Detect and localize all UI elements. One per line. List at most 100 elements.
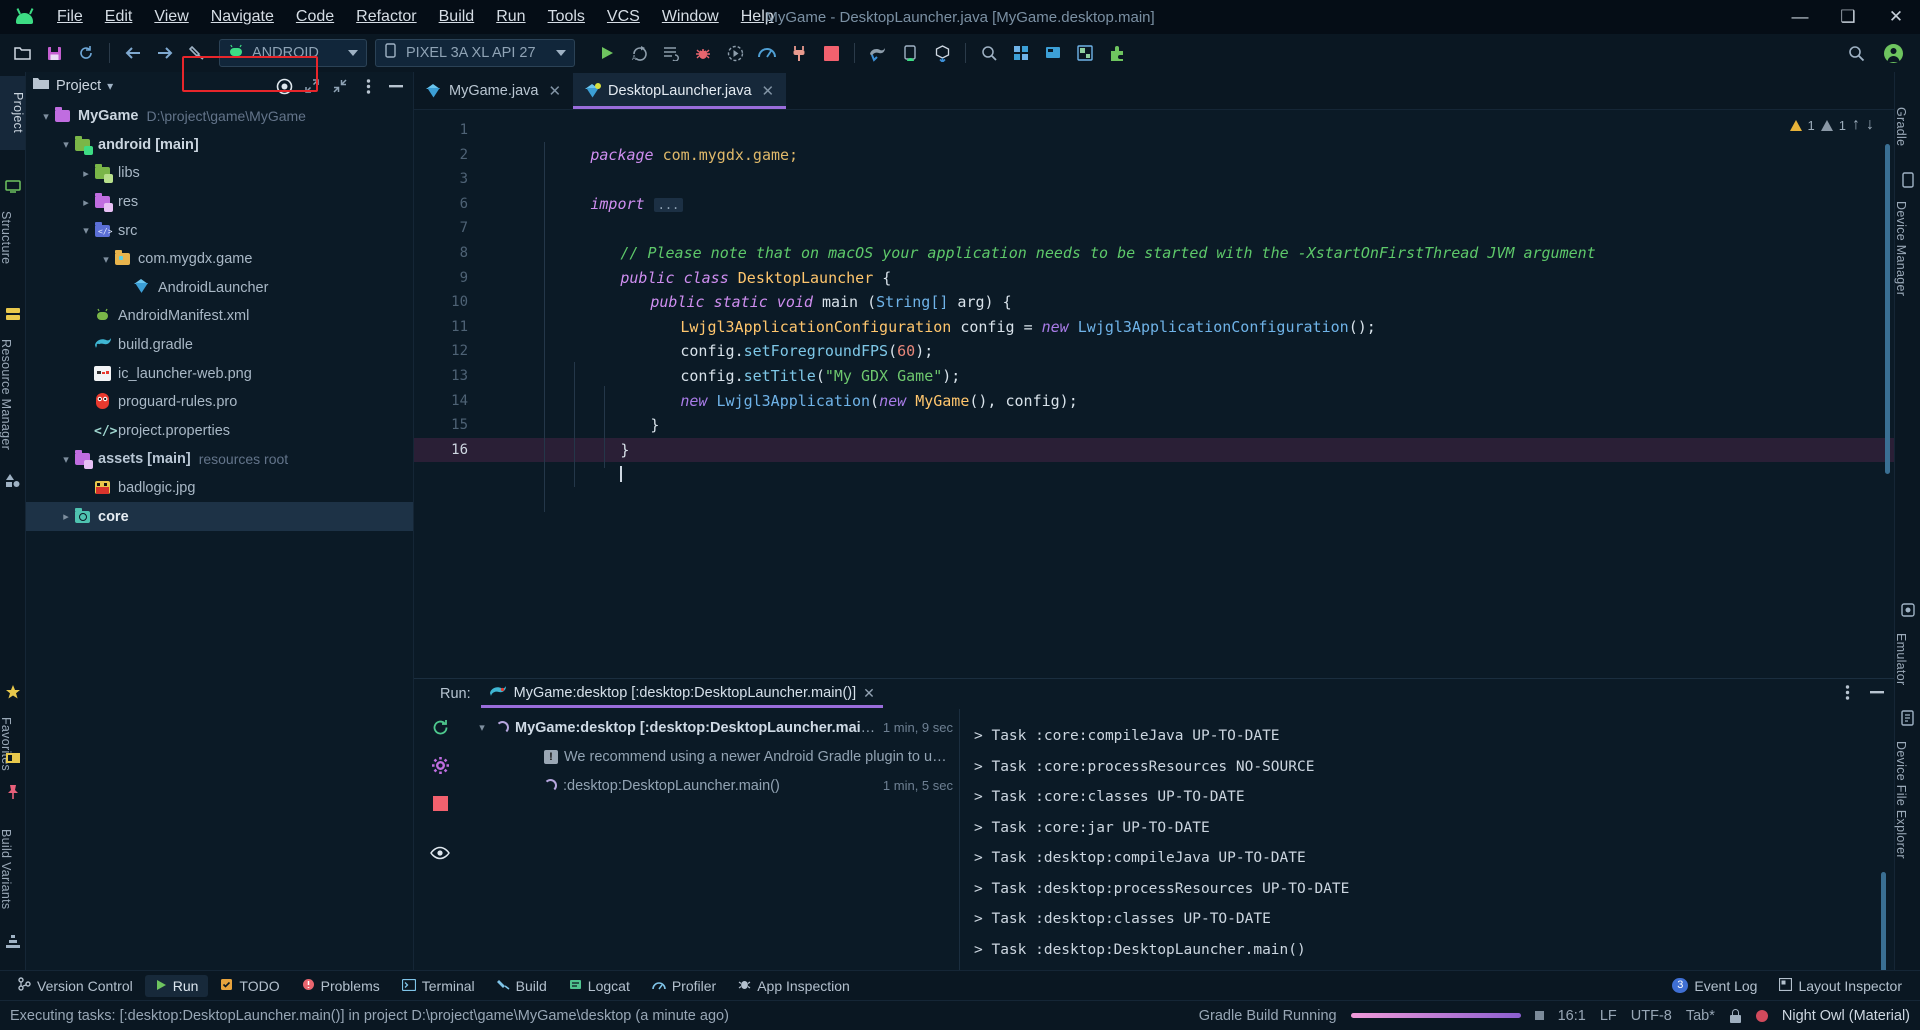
menu-edit[interactable]: Edit xyxy=(94,5,144,29)
menu-vcs[interactable]: VCS xyxy=(596,5,651,29)
plugins-icon[interactable] xyxy=(1102,38,1132,68)
close-icon[interactable]: ✕ xyxy=(762,82,775,100)
tab-mygame-java[interactable]: MyGame.java ✕ xyxy=(414,73,573,109)
maximize-button[interactable]: ❑ xyxy=(1824,0,1872,34)
favorites-star-icon[interactable] xyxy=(5,684,21,700)
run-icon[interactable] xyxy=(592,38,622,68)
tree-item-androidlauncher[interactable]: AndroidLauncher xyxy=(26,274,413,303)
chevron-right-icon[interactable]: ▸ xyxy=(78,194,94,210)
menu-file[interactable]: File xyxy=(46,5,94,29)
sidebar-item-resource-manager[interactable]: Resource Manager xyxy=(0,334,13,455)
tree-item-projectproperties[interactable]: </> project.properties xyxy=(26,417,413,446)
layout-inspector-icon[interactable] xyxy=(1070,38,1100,68)
rerun-icon[interactable] xyxy=(428,715,452,739)
tree-item-package[interactable]: ▾ com.mygdx.game xyxy=(26,245,413,274)
toolwindow-event-log[interactable]: 3 Event Log xyxy=(1662,975,1767,997)
back-arrow-icon[interactable] xyxy=(118,38,148,68)
collapse-all-icon[interactable] xyxy=(329,75,351,97)
forward-arrow-icon[interactable] xyxy=(150,38,180,68)
resource-manager-icon[interactable] xyxy=(5,306,21,322)
run-tab[interactable]: MyGame:desktop [:desktop:DesktopLauncher… xyxy=(480,680,884,708)
build-hammer-icon[interactable] xyxy=(182,38,212,68)
sidebar-item-project[interactable]: Project xyxy=(0,76,25,150)
device-manager-side-icon[interactable] xyxy=(1900,172,1916,188)
stop-square-icon[interactable] xyxy=(1534,1011,1544,1020)
toolwindow-terminal[interactable]: Terminal xyxy=(392,975,485,997)
menu-navigate[interactable]: Navigate xyxy=(200,5,285,29)
sidebar-item-emulator[interactable]: Emulator xyxy=(1894,628,1908,690)
chevron-down-icon[interactable]: ▾ xyxy=(78,223,94,239)
stop-red-icon[interactable] xyxy=(428,791,452,815)
debug-icon[interactable] xyxy=(688,38,718,68)
eye-icon[interactable] xyxy=(428,841,452,865)
next-error-icon[interactable]: ↓ xyxy=(1866,116,1874,134)
user-account-icon[interactable] xyxy=(1878,38,1908,68)
minimize-button[interactable]: — xyxy=(1776,0,1824,34)
chevron-down-icon[interactable]: ▾ xyxy=(98,251,114,267)
chevron-down-icon[interactable]: ▾ xyxy=(474,720,490,736)
line-separator[interactable]: LF xyxy=(1600,1008,1617,1024)
chevron-right-icon[interactable]: ▸ xyxy=(78,165,94,181)
chevron-down-icon[interactable]: ▾ xyxy=(58,137,74,153)
inspection-widget[interactable]: 1 1 ↑ ↓ xyxy=(1789,116,1874,134)
toolwindow-layout-inspector[interactable]: Layout Inspector xyxy=(1769,975,1912,997)
emulator-icon[interactable] xyxy=(1900,602,1916,618)
run-tree-row[interactable]: ▾ MyGame:desktop [:desktop:DesktopLaunch… xyxy=(466,713,959,742)
menu-refactor[interactable]: Refactor xyxy=(345,5,427,29)
apply-changes-icon[interactable]: A xyxy=(624,38,654,68)
search-icon[interactable] xyxy=(1841,38,1871,68)
close-icon[interactable]: ✕ xyxy=(548,82,561,100)
encoding-indicator[interactable]: UTF-8 xyxy=(1631,1008,1672,1024)
chevron-right-icon[interactable]: ▸ xyxy=(58,509,74,525)
tree-item-libs[interactable]: ▸ libs xyxy=(26,159,413,188)
toolwindow-app-inspection[interactable]: App Inspection xyxy=(728,975,860,997)
pin-icon[interactable] xyxy=(5,784,21,800)
tree-item-src[interactable]: ▾ </> src xyxy=(26,216,413,245)
profiler-icon[interactable] xyxy=(752,38,782,68)
expand-all-icon[interactable] xyxy=(301,75,323,97)
tree-item-androidmanifest[interactable]: AndroidManifest.xml xyxy=(26,302,413,331)
sync-gradle-icon[interactable] xyxy=(863,38,893,68)
code-editor[interactable]: 1 2 3 6 7 8 9 10 11 12 13 14 15 16 packa… xyxy=(414,110,1894,678)
device-manager-icon[interactable] xyxy=(5,178,21,194)
more-options-icon[interactable] xyxy=(357,75,379,97)
indent-indicator[interactable]: Tab* xyxy=(1686,1008,1715,1024)
close-button[interactable]: ✕ xyxy=(1872,0,1920,34)
toolwindow-logcat[interactable]: Logcat xyxy=(559,975,640,997)
tab-desktoplauncher-java[interactable]: DesktopLauncher.java ✕ xyxy=(573,73,787,109)
sidebar-item-device-manager[interactable]: Device Manager xyxy=(1894,196,1908,301)
tree-item-mygame[interactable]: ▾ MyGame D:\project\game\MyGame xyxy=(26,102,413,131)
menu-tools[interactable]: Tools xyxy=(537,5,596,29)
tree-item-iclauncherweb[interactable]: ic_launcher-web.png xyxy=(26,359,413,388)
tree-item-proguardrules[interactable]: proguard-rules.pro xyxy=(26,388,413,417)
tree-item-badlogic[interactable]: badlogic.jpg xyxy=(26,474,413,503)
folded-imports[interactable]: ... xyxy=(653,197,684,212)
run-tree-row[interactable]: :desktop:DesktopLauncher.main() 1 min, 5… xyxy=(466,771,959,800)
menu-window[interactable]: Window xyxy=(651,5,730,29)
sidebar-item-build-variants[interactable]: Build Variants xyxy=(0,824,13,914)
attach-debugger-icon[interactable] xyxy=(784,38,814,68)
tree-item-buildgradle[interactable]: build.gradle xyxy=(26,331,413,360)
layers-icon[interactable] xyxy=(5,472,21,488)
scroll-from-source-icon[interactable] xyxy=(273,75,295,97)
chevron-down-icon[interactable]: ▾ xyxy=(38,108,54,124)
more-options-icon[interactable] xyxy=(1836,681,1858,703)
chevron-down-icon[interactable]: ▾ xyxy=(107,79,113,93)
theme-name[interactable]: Night Owl (Material) xyxy=(1782,1008,1910,1024)
read-only-lock-icon[interactable] xyxy=(1729,1008,1742,1023)
grid-icon[interactable] xyxy=(5,750,21,766)
device-file-explorer-icon[interactable] xyxy=(1900,710,1916,726)
menu-help[interactable]: Help xyxy=(730,5,785,29)
tree-item-android[interactable]: ▾ android [main] xyxy=(26,131,413,160)
sidebar-item-device-file-explorer[interactable]: Device File Explorer xyxy=(1894,736,1908,864)
run-with-coverage-icon[interactable] xyxy=(720,38,750,68)
minimize-panel-icon[interactable] xyxy=(1866,681,1888,703)
device-file-icon[interactable] xyxy=(1038,38,1068,68)
toolwindow-build[interactable]: Build xyxy=(487,975,557,997)
tree-item-res[interactable]: ▸ res xyxy=(26,188,413,217)
sidebar-item-favorites[interactable]: Favorites xyxy=(0,712,13,776)
search-everywhere-icon[interactable] xyxy=(974,38,1004,68)
apply-code-changes-icon[interactable] xyxy=(656,38,686,68)
toolwindow-run[interactable]: Run xyxy=(144,974,209,997)
menu-view[interactable]: View xyxy=(143,5,199,29)
